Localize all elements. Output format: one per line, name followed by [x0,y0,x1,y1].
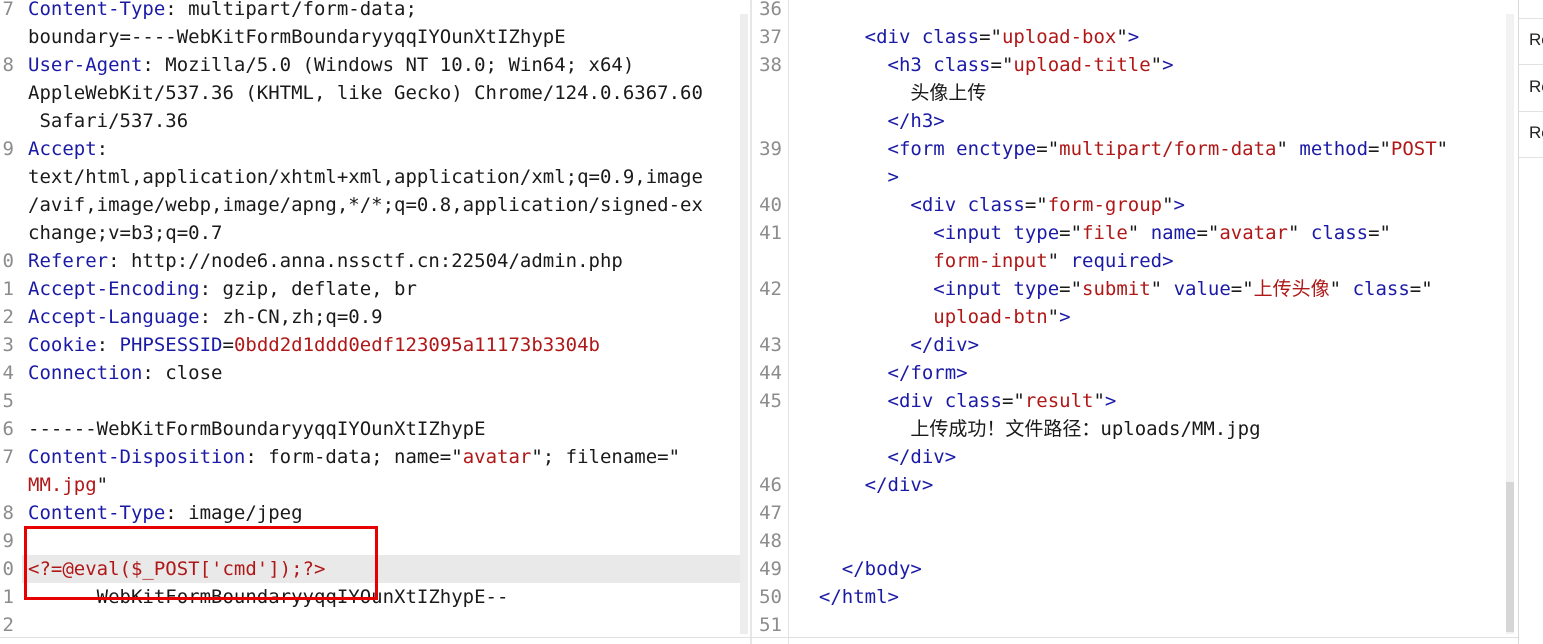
request-scrollbar[interactable] [740,14,748,634]
code-line[interactable]: </html> [796,583,1448,611]
code-line[interactable]: <div class="upload-box"> [796,23,1448,51]
code-line[interactable]: Content-Disposition: form-data; name="av… [28,443,703,471]
code-line[interactable]: Accept-Encoding: gzip, deflate, br [28,275,703,303]
code-line[interactable] [796,499,1448,527]
line-number: 7 [2,446,14,468]
code-line[interactable]: </div> [796,331,1448,359]
code-line[interactable] [796,611,1448,639]
side-item-2[interactable]: Re [1529,77,1543,97]
line-number: 6 [2,418,14,440]
code-line[interactable]: </h3> [796,107,1448,135]
side-item-3[interactable]: Re [1529,123,1543,143]
line-number: 7 [2,0,14,20]
line-number: 8 [2,54,14,76]
code-line[interactable]: <h3 class="upload-title"> [796,51,1448,79]
line-number: 41 [759,222,782,244]
line-number: 2 [2,614,14,636]
line-number: 37 [759,26,782,48]
line-number: 39 [759,138,782,160]
code-line[interactable]: text/html,application/xhtml+xml,applicat… [28,163,703,191]
bottom-border [0,637,1518,638]
request-editor[interactable]: 7 8 9 0 1 2 3 4 5 6 7 8 9 0 1 2 Content-Type: multipart… [0,0,750,644]
response-code[interactable]: <div class="upload-box"> <h3 class="uplo… [796,0,1448,639]
code-line[interactable]: Content-Type: multipart/form-data; [28,0,703,23]
code-line[interactable] [796,527,1448,555]
code-line[interactable]: </div> [796,471,1448,499]
line-number: 45 [759,390,782,412]
code-line[interactable]: </body> [796,555,1448,583]
code-line[interactable]: 头像上传 [796,79,1448,107]
code-line[interactable]: User-Agent: Mozilla/5.0 (Windows NT 10.0… [28,51,703,79]
code-line[interactable]: Safari/537.36 [28,107,703,135]
code-line[interactable]: Accept-Language: zh-CN,zh;q=0.9 [28,303,703,331]
code-line[interactable]: boundary=----WebKitFormBoundaryyqqIYOunX… [28,23,703,51]
line-number: 43 [759,334,782,356]
code-line[interactable]: 上传成功！文件路径：uploads/MM.jpg [796,415,1448,443]
code-line[interactable]: </div> [796,443,1448,471]
payload-highlight-box [24,526,378,600]
line-number: 9 [2,530,14,552]
code-line[interactable]: AppleWebKit/537.36 (KHTML, like Gecko) C… [28,79,703,107]
side-panel: Re Re Re [1518,0,1543,644]
line-number: 44 [759,362,782,384]
line-number: 49 [759,558,782,580]
code-line[interactable]: <input type="submit" value="上传头像" class=… [796,275,1448,303]
code-line[interactable]: form-input" required> [796,247,1448,275]
line-number: 51 [759,614,782,636]
code-line[interactable]: Accept: [28,135,703,163]
code-line[interactable]: <div class="form-group"> [796,191,1448,219]
code-line[interactable]: /avif,image/webp,image/apng,*/*;q=0.8,ap… [28,191,703,219]
code-line[interactable]: Referer: http://node6.anna.nssctf.cn:225… [28,247,703,275]
line-number: 38 [759,54,782,76]
request-scroll-thumb[interactable] [740,14,748,634]
line-number: 8 [2,502,14,524]
code-line[interactable]: MM.jpg" [28,471,703,499]
code-line[interactable]: Content-Type: image/jpeg [28,499,703,527]
line-number: 5 [2,390,14,412]
code-line[interactable] [796,0,1448,23]
code-line[interactable] [28,387,703,415]
side-separator [1519,157,1543,158]
line-number: 1 [2,278,14,300]
line-number: 47 [759,502,782,524]
line-number: 0 [2,558,14,580]
code-line[interactable]: <input type="file" name="avatar" class=" [796,219,1448,247]
line-number: 9 [2,138,14,160]
line-number: 42 [759,278,782,300]
code-line[interactable]: </form> [796,359,1448,387]
response-scroll-thumb[interactable] [1506,482,1514,632]
code-line[interactable]: change;v=b3;q=0.7 [28,219,703,247]
code-line[interactable]: > [796,163,1448,191]
line-number: 48 [759,530,782,552]
line-number: 2 [2,306,14,328]
code-line[interactable]: ------WebKitFormBoundaryyqqIYOunXtIZhypE [28,415,703,443]
response-viewer[interactable]: 36 37 38 39 40 41 42 43 44 45 46 47 48 49 50 51 <div cl… [752,0,1518,644]
code-line[interactable]: Cookie: PHPSESSID=0bdd2d1ddd0edf123095a1… [28,331,703,359]
response-scrollbar[interactable] [1506,14,1514,634]
side-separator [1519,111,1543,112]
line-number: 3 [2,334,14,356]
side-separator [1519,18,1543,19]
line-number: 50 [759,586,782,608]
line-number: 4 [2,362,14,384]
line-number: 40 [759,194,782,216]
line-number: 36 [759,0,782,20]
code-line[interactable]: Connection: close [28,359,703,387]
line-number: 0 [2,250,14,272]
line-number: 46 [759,474,782,496]
line-number: 1 [2,586,14,608]
side-separator [1519,64,1543,65]
code-line[interactable] [28,611,703,639]
code-line[interactable]: upload-btn"> [796,303,1448,331]
request-line-gutter: 7 8 9 0 1 2 3 4 5 6 7 8 9 0 1 2 [0,0,22,644]
code-line[interactable]: <form enctype="multipart/form-data" meth… [796,135,1449,163]
response-line-gutter: 36 37 38 39 40 41 42 43 44 45 46 47 48 49 50 51 [752,0,789,644]
code-line[interactable]: <div class="result"> [796,387,1448,415]
side-item-1[interactable]: Re [1529,30,1543,50]
